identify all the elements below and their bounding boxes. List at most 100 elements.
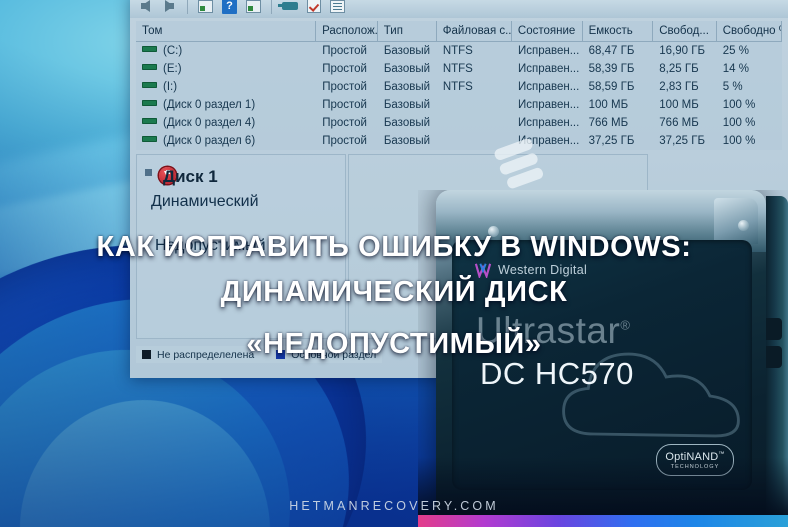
help-button[interactable]: ? [220, 0, 239, 16]
disk-selection-marker-icon [145, 169, 152, 176]
cell-volume: (E:) [136, 60, 316, 78]
cell-free: 8,25 ГБ [659, 63, 699, 75]
cell-capacity: 58,59 ГБ [588, 81, 635, 93]
cell-type: Базовый [383, 45, 431, 57]
window-icon [246, 0, 261, 13]
hetman-logo [494, 138, 543, 189]
table-row[interactable]: (C:) Простой Базовый NTFS Исправен... 68… [136, 42, 782, 60]
cell-status: Исправен... [517, 81, 580, 93]
column-header-free-percent[interactable]: Свободно % [717, 21, 782, 41]
cell-volume-label: (Диск 0 раздел 1) [163, 99, 256, 111]
disk-title: Диск 1 [163, 167, 218, 186]
trademark-mark: ™ [718, 450, 725, 457]
cell-filesystem: NTFS [442, 63, 473, 75]
cell-volume-label: (C:) [163, 45, 183, 57]
table-row[interactable]: (I:) Простой Базовый NTFS Исправен... 58… [136, 78, 782, 96]
cell-volume: (C:) [136, 42, 316, 60]
cell-filesystem: NTFS [442, 81, 473, 93]
cell-layout: Простой [322, 99, 367, 111]
volume-icon [142, 46, 157, 52]
title-line-3: «НЕДОПУСТИМЫЙ» [246, 328, 542, 360]
cell-layout: Простой [322, 117, 367, 129]
volume-table: Том Располож... Тип Файловая с... Состоя… [136, 21, 782, 150]
show-action-pane-button[interactable] [244, 0, 263, 16]
cell-free: 100 МБ [659, 99, 699, 111]
cell-layout: Простой [322, 135, 367, 147]
back-button[interactable] [136, 0, 155, 16]
column-header-volume[interactable]: Том [136, 21, 317, 41]
site-watermark: HETMANRECOVERY.COM [289, 499, 499, 513]
cell-volume-label: (E:) [163, 63, 182, 75]
volume-icon [142, 64, 157, 70]
arrow-right-icon [165, 0, 174, 12]
bottom-gradient-bar [418, 515, 788, 527]
cell-volume-label: (Диск 0 раздел 6) [163, 135, 256, 147]
check-button[interactable] [304, 0, 323, 16]
title-line-1: КАК ИСПРАВИТЬ ОШИБКУ В WINDOWS: [96, 231, 692, 263]
show-console-tree-button[interactable] [196, 0, 215, 16]
cell-type: Базовый [383, 135, 431, 147]
question-mark-icon: ? [222, 0, 237, 14]
cell-free-percent: 100 % [722, 135, 756, 147]
cell-type: Базовый [383, 99, 431, 111]
table-row[interactable]: (Диск 0 раздел 4) Простой Базовый Исправ… [136, 114, 782, 132]
cell-free: 37,25 ГБ [659, 135, 706, 147]
cell-type: Базовый [383, 81, 431, 93]
cell-free: 16,90 ГБ [659, 45, 706, 57]
column-header-status[interactable]: Состояние [512, 21, 583, 41]
cell-status: Исправен... [517, 63, 580, 75]
cell-volume: (I:) [136, 78, 316, 96]
cell-free: 2,83 ГБ [659, 81, 699, 93]
table-row[interactable]: (Диск 0 раздел 1) Простой Базовый Исправ… [136, 96, 782, 114]
toolbar: ? [130, 0, 788, 18]
window-icon [198, 0, 213, 13]
cell-volume: (Диск 0 раздел 6) [136, 132, 316, 150]
cell-filesystem [437, 114, 512, 132]
cell-capacity: 37,25 ГБ [588, 135, 635, 147]
cell-layout: Простой [322, 81, 367, 93]
volume-icon [142, 100, 157, 106]
forward-button[interactable] [160, 0, 179, 16]
cell-volume-label: (I:) [163, 81, 178, 93]
volume-icon [142, 118, 157, 124]
cell-free-percent: 25 % [722, 45, 749, 57]
overlay-title: КАК ИСПРАВИТЬ ОШИБКУ В WINDOWS: ДИНАМИЧЕ… [0, 228, 788, 370]
cell-filesystem: NTFS [442, 45, 473, 57]
screenshot-canvas: ? Том Располож... Тип Файловая с... Сост… [0, 0, 788, 527]
cell-layout: Простой [322, 45, 367, 57]
volume-icon [142, 136, 157, 142]
table-header-row: Том Располож... Тип Файловая с... Состоя… [136, 21, 782, 42]
cell-status: Исправен... [517, 99, 580, 111]
column-header-filesystem[interactable]: Файловая с... [437, 21, 512, 41]
list-icon [330, 0, 345, 13]
cell-free-percent: 14 % [722, 63, 749, 75]
table-row[interactable]: (E:) Простой Базовый NTFS Исправен... 58… [136, 60, 782, 78]
checkmark-icon [306, 0, 321, 13]
cell-status: Исправен... [517, 117, 580, 129]
toolbar-separator [187, 0, 188, 14]
cell-filesystem [437, 96, 512, 114]
cell-free-percent: 100 % [722, 117, 756, 129]
column-header-free[interactable]: Свобод... [653, 21, 717, 41]
pen-icon [277, 2, 298, 10]
properties-button[interactable] [328, 0, 347, 16]
title-line-2: ДИНАМИЧЕСКИЙ ДИСК [220, 276, 568, 308]
arrow-left-icon [141, 0, 150, 12]
cell-capacity: 58,39 ГБ [588, 63, 635, 75]
cell-free: 766 МБ [659, 117, 699, 129]
column-header-layout[interactable]: Располож... [316, 21, 378, 41]
column-header-type[interactable]: Тип [378, 21, 437, 41]
cell-status: Исправен... [517, 45, 580, 57]
volume-icon [142, 82, 157, 88]
cell-type: Базовый [383, 117, 431, 129]
toolbar-separator [271, 0, 272, 14]
cell-volume: (Диск 0 раздел 1) [136, 96, 316, 114]
cell-free-percent: 5 % [722, 81, 743, 93]
cell-layout: Простой [322, 63, 367, 75]
table-row[interactable]: (Диск 0 раздел 6) Простой Базовый Исправ… [136, 132, 782, 150]
cell-capacity: 100 МБ [588, 99, 629, 111]
rescan-disks-button[interactable] [277, 0, 299, 16]
column-header-capacity[interactable]: Емкость [583, 21, 654, 41]
cell-volume-label: (Диск 0 раздел 4) [163, 117, 256, 129]
cell-capacity: 68,47 ГБ [588, 45, 635, 57]
